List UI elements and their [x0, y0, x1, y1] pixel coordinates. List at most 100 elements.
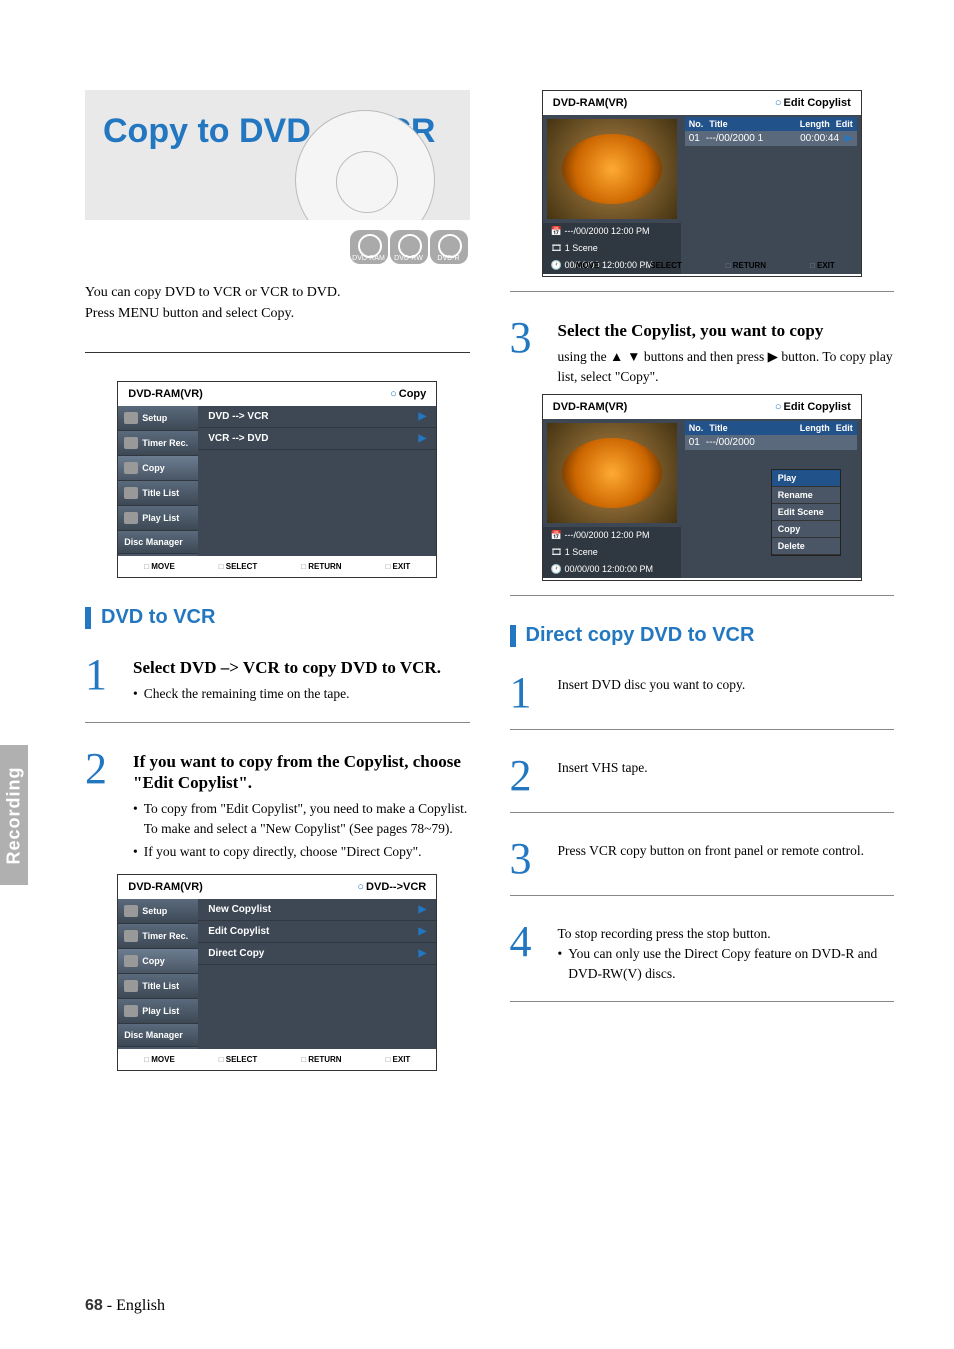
osd-side-copy: Copy [118, 949, 198, 974]
osd-meta-scene: 🎞 1 Scene [543, 240, 681, 257]
step-number-icon: 4 [510, 920, 544, 987]
osd-side-copy: Copy [118, 456, 198, 481]
separator [510, 729, 895, 730]
separator [510, 812, 895, 813]
step-2: 2 If you want to copy from the Copylist,… [85, 747, 470, 866]
osd-item-new-copylist: New Copylist▶ [198, 899, 436, 921]
context-edit-scene: Edit Scene [772, 504, 840, 521]
direct-step-4-bullet: You can only use the Direct Copy feature… [558, 944, 895, 983]
direct-step-2-text: Insert VHS tape. [558, 758, 895, 778]
step-number-icon: 1 [85, 653, 119, 708]
osd-side-setup: Setup [118, 899, 198, 924]
step-1: 1 Select DVD –> VCR to copy DVD to VCR. … [85, 653, 470, 708]
side-tab: Recording [0, 745, 28, 885]
step-number-icon: 3 [510, 316, 544, 386]
osd-side-play: Play List [118, 999, 198, 1024]
step-number-icon: 2 [85, 747, 119, 866]
separator [510, 291, 895, 292]
osd-item-dvd-vcr: DVD --> VCR▶ [198, 406, 436, 428]
section-dvd-to-vcr: DVD to VCR [85, 606, 470, 629]
osd-dvd-vcr-menu: DVD-RAM(VR) DVD-->VCR Setup Timer Rec. C… [117, 874, 437, 1071]
separator [510, 895, 895, 896]
osd-mode: Copy [390, 388, 426, 400]
step-number-icon: 2 [510, 754, 544, 798]
osd-meta-scene: 🎞 1 Scene [543, 544, 681, 561]
osd-device: DVD-RAM(VR) [128, 388, 203, 400]
osd-device: DVD-RAM(VR) [553, 97, 628, 109]
osd-table-row: 01 ---/00/2000 1 00:00:44 ▶ [685, 131, 857, 146]
intro-line2: Press MENU button and select Copy. [85, 306, 294, 321]
direct-step-4-text: To stop recording press the stop button. [558, 924, 895, 944]
osd-device: DVD-RAM(VR) [128, 881, 203, 893]
step-3: 3 Select the Copylist, you want to copy … [510, 316, 895, 386]
osd-edit-copylist-context: DVD-RAM(VR) Edit Copylist 📅 ---/00/2000 … [542, 394, 862, 581]
disc-badge-ram: DVD-RAM [350, 230, 388, 264]
osd-side-disc: Disc Manager [118, 531, 198, 554]
step-1-bullet: Check the remaining time on the tape. [133, 684, 470, 704]
osd-side-disc: Disc Manager [118, 1024, 198, 1047]
step-3-title: Select the Copylist, you want to copy [558, 320, 895, 341]
osd-meta-clock: 🕐 00/00/00 12:00:00 PM [543, 561, 681, 578]
separator [85, 722, 470, 723]
osd-table-row: 01 ---/00/2000 [685, 435, 857, 450]
context-play: Play [772, 470, 840, 487]
separator [510, 1001, 895, 1002]
disc-badge-r: DVD-R [430, 230, 468, 264]
separator [85, 352, 470, 353]
up-down-arrow-icon: ▲ ▼ [610, 347, 640, 367]
direct-step-1: 1 Insert DVD disc you want to copy. [510, 671, 895, 715]
step-2-title: If you want to copy from the Copylist, c… [133, 751, 470, 794]
osd-side-title: Title List [118, 974, 198, 999]
osd-device: DVD-RAM(VR) [553, 401, 628, 413]
context-delete: Delete [772, 538, 840, 555]
step-2-bullet-1: To copy from "Edit Copylist", you need t… [133, 799, 470, 838]
osd-copy-menu: DVD-RAM(VR) Copy Setup Timer Rec. Copy T… [117, 381, 437, 578]
intro-line1: You can copy DVD to VCR or VCR to DVD. [85, 285, 341, 300]
osd-side-setup: Setup [118, 406, 198, 431]
osd-meta-date: 📅 ---/00/2000 12:00 PM [543, 527, 681, 544]
osd-edit-copylist: DVD-RAM(VR) Edit Copylist 📅 ---/00/2000 … [542, 90, 862, 277]
osd-context-menu: Play Rename Edit Scene Copy Delete [771, 469, 841, 556]
page-language: English [116, 1297, 165, 1314]
osd-mode: Edit Copylist [775, 401, 851, 413]
osd-footer: MOVE SELECT RETURN EXIT [118, 556, 436, 577]
osd-side-timer: Timer Rec. [118, 924, 198, 949]
osd-item-direct-copy: Direct Copy▶ [198, 943, 436, 965]
step-2-bullet-2: If you want to copy directly, choose "Di… [133, 842, 470, 862]
osd-side-play: Play List [118, 506, 198, 531]
step-number-icon: 3 [510, 837, 544, 881]
page-footer: 68 - English [85, 1297, 165, 1315]
direct-step-2: 2 Insert VHS tape. [510, 754, 895, 798]
osd-table-head: No. Title Length Edit [685, 421, 857, 435]
page-number: 68 [85, 1297, 103, 1314]
section-direct-copy: Direct copy DVD to VCR [510, 624, 895, 647]
disc-badges: DVD-RAM DVD-RW DVD-R [85, 230, 468, 264]
direct-step-4: 4 To stop recording press the stop butto… [510, 920, 895, 987]
direct-step-3-text: Press VCR copy button on front panel or … [558, 841, 895, 861]
disc-badge-rw: DVD-RW [390, 230, 428, 264]
step-3-body: using the ▲ ▼ buttons and then press ▶ b… [558, 347, 895, 386]
side-tab-label: Recording [4, 766, 25, 864]
section-title: DVD to VCR [101, 606, 215, 629]
osd-item-vcr-dvd: VCR --> DVD▶ [198, 428, 436, 450]
intro-text: You can copy DVD to VCR or VCR to DVD. P… [85, 282, 470, 324]
osd-side-title: Title List [118, 481, 198, 506]
context-copy: Copy [772, 521, 840, 538]
osd-thumbnail [547, 119, 677, 219]
osd-side-timer: Timer Rec. [118, 431, 198, 456]
context-rename: Rename [772, 487, 840, 504]
osd-footer: MOVE SELECT RETURN EXIT [118, 1049, 436, 1070]
direct-step-3: 3 Press VCR copy button on front panel o… [510, 837, 895, 881]
right-arrow-icon: ▶ [768, 347, 778, 367]
step-1-title: Select DVD –> VCR to copy DVD to VCR. [133, 657, 470, 678]
osd-table-head: No. Title Length Edit [685, 117, 857, 131]
osd-thumbnail [547, 423, 677, 523]
banner: Copy to DVD or VCR [85, 90, 470, 220]
osd-meta-date: 📅 ---/00/2000 12:00 PM [543, 223, 681, 240]
osd-item-edit-copylist: Edit Copylist▶ [198, 921, 436, 943]
osd-mode: DVD-->VCR [357, 881, 426, 893]
separator [510, 595, 895, 596]
step-number-icon: 1 [510, 671, 544, 715]
direct-step-1-text: Insert DVD disc you want to copy. [558, 675, 895, 695]
osd-mode: Edit Copylist [775, 97, 851, 109]
